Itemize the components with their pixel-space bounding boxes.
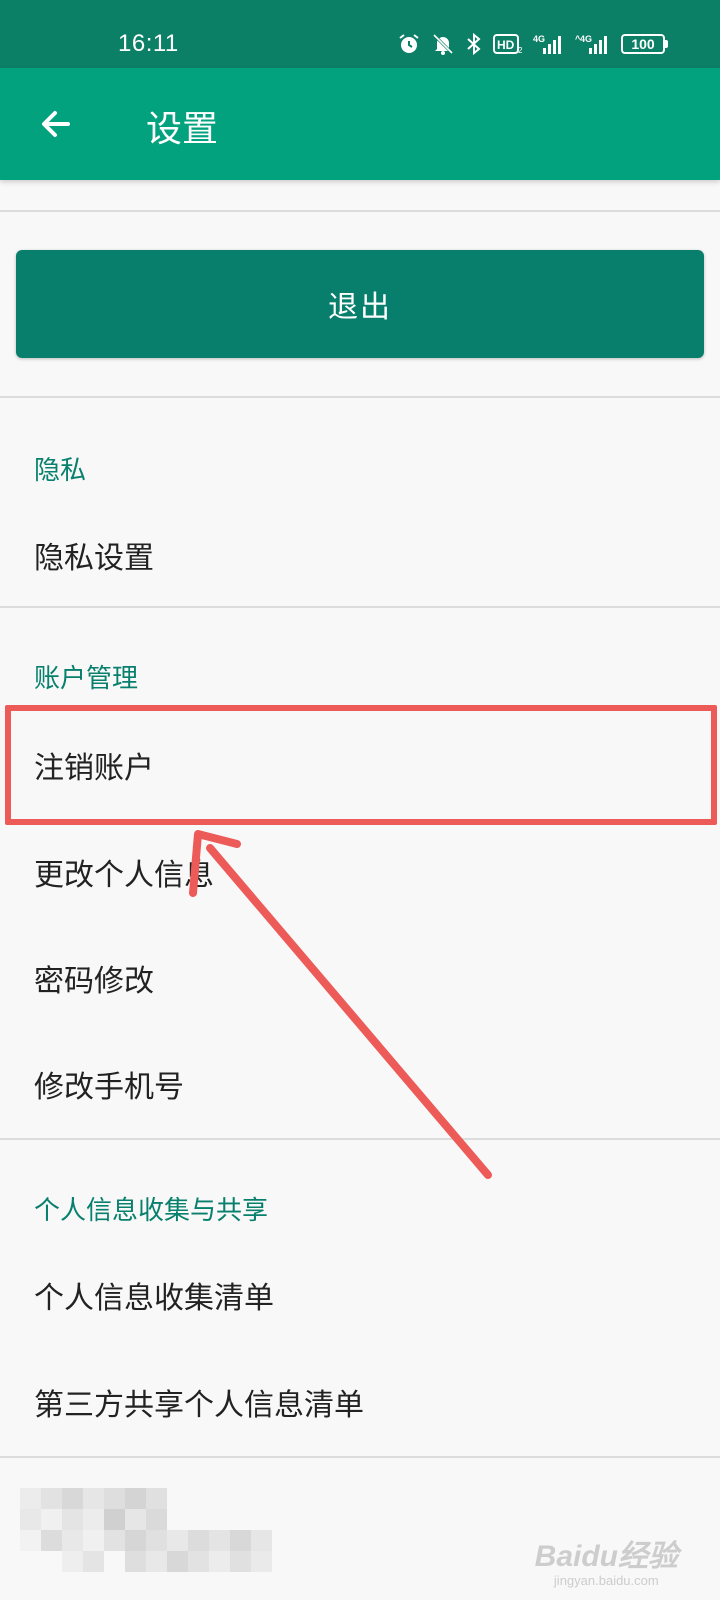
svg-text:4G: 4G xyxy=(533,34,545,44)
list-item-label: 第三方共享个人信息清单 xyxy=(34,1388,364,1423)
logout-button[interactable]: 退出 xyxy=(16,250,704,358)
list-item-label: 隐私设置 xyxy=(34,541,154,576)
signal-4g-icon: 4G xyxy=(533,34,561,54)
list-item-label: 注销账户 xyxy=(34,751,154,786)
watermark: Baidu经验 jingyan.baidu.com xyxy=(535,1531,678,1588)
section-header-personal-info: 个人信息收集与共享 xyxy=(34,1196,269,1226)
signal-4g-2-icon: ^ 4G xyxy=(575,34,607,54)
alarm-icon xyxy=(399,34,419,53)
list-item-info-collection-list[interactable]: 个人信息收集清单 xyxy=(0,1243,720,1347)
section-header-account: 账户管理 xyxy=(34,664,139,694)
battery-tip xyxy=(665,40,668,48)
list-item-change-personal-info[interactable]: 更改个人信息 xyxy=(0,820,720,924)
list-item-change-password[interactable]: 密码修改 xyxy=(0,926,720,1030)
list-item-privacy-settings[interactable]: 隐私设置 xyxy=(0,503,720,607)
mute-icon xyxy=(432,33,454,55)
status-icons: HD 2 4G ^ 4G 100 xyxy=(397,30,668,58)
battery-level: 100 xyxy=(621,34,665,54)
list-item-label: 密码修改 xyxy=(34,964,154,999)
battery-icon: 100 xyxy=(621,34,668,54)
list-item-cancel-account[interactable]: 注销账户 xyxy=(0,713,720,817)
divider xyxy=(0,1138,720,1140)
list-item-label: 个人信息收集清单 xyxy=(34,1281,274,1316)
svg-text:4G: 4G xyxy=(580,34,592,44)
app-bar: 设置 xyxy=(0,68,720,180)
arrow-left-icon xyxy=(42,111,70,137)
svg-text:2: 2 xyxy=(518,46,523,55)
back-button[interactable] xyxy=(28,96,84,152)
status-bar: 16:11 HD 2 4G ^ 4G 100 xyxy=(0,0,720,68)
divider xyxy=(0,1456,720,1458)
list-item-label: 更改个人信息 xyxy=(34,858,214,893)
list-item-label: 修改手机号 xyxy=(34,1070,184,1105)
watermark-sub: jingyan.baidu.com xyxy=(553,1573,659,1588)
page-title: 设置 xyxy=(146,109,219,150)
hd-icon: HD 2 xyxy=(493,34,523,55)
status-time: 16:11 xyxy=(118,30,179,57)
section-header-privacy: 隐私 xyxy=(34,456,87,486)
list-item-change-phone[interactable]: 修改手机号 xyxy=(0,1032,720,1136)
svg-text:HD: HD xyxy=(497,38,515,52)
divider xyxy=(0,606,720,608)
watermark-main: Baidu经验 xyxy=(534,1540,678,1573)
list-item-third-party-sharing-list[interactable]: 第三方共享个人信息清单 xyxy=(0,1350,720,1454)
divider xyxy=(0,396,720,398)
divider xyxy=(0,210,720,212)
bluetooth-icon xyxy=(467,32,481,56)
